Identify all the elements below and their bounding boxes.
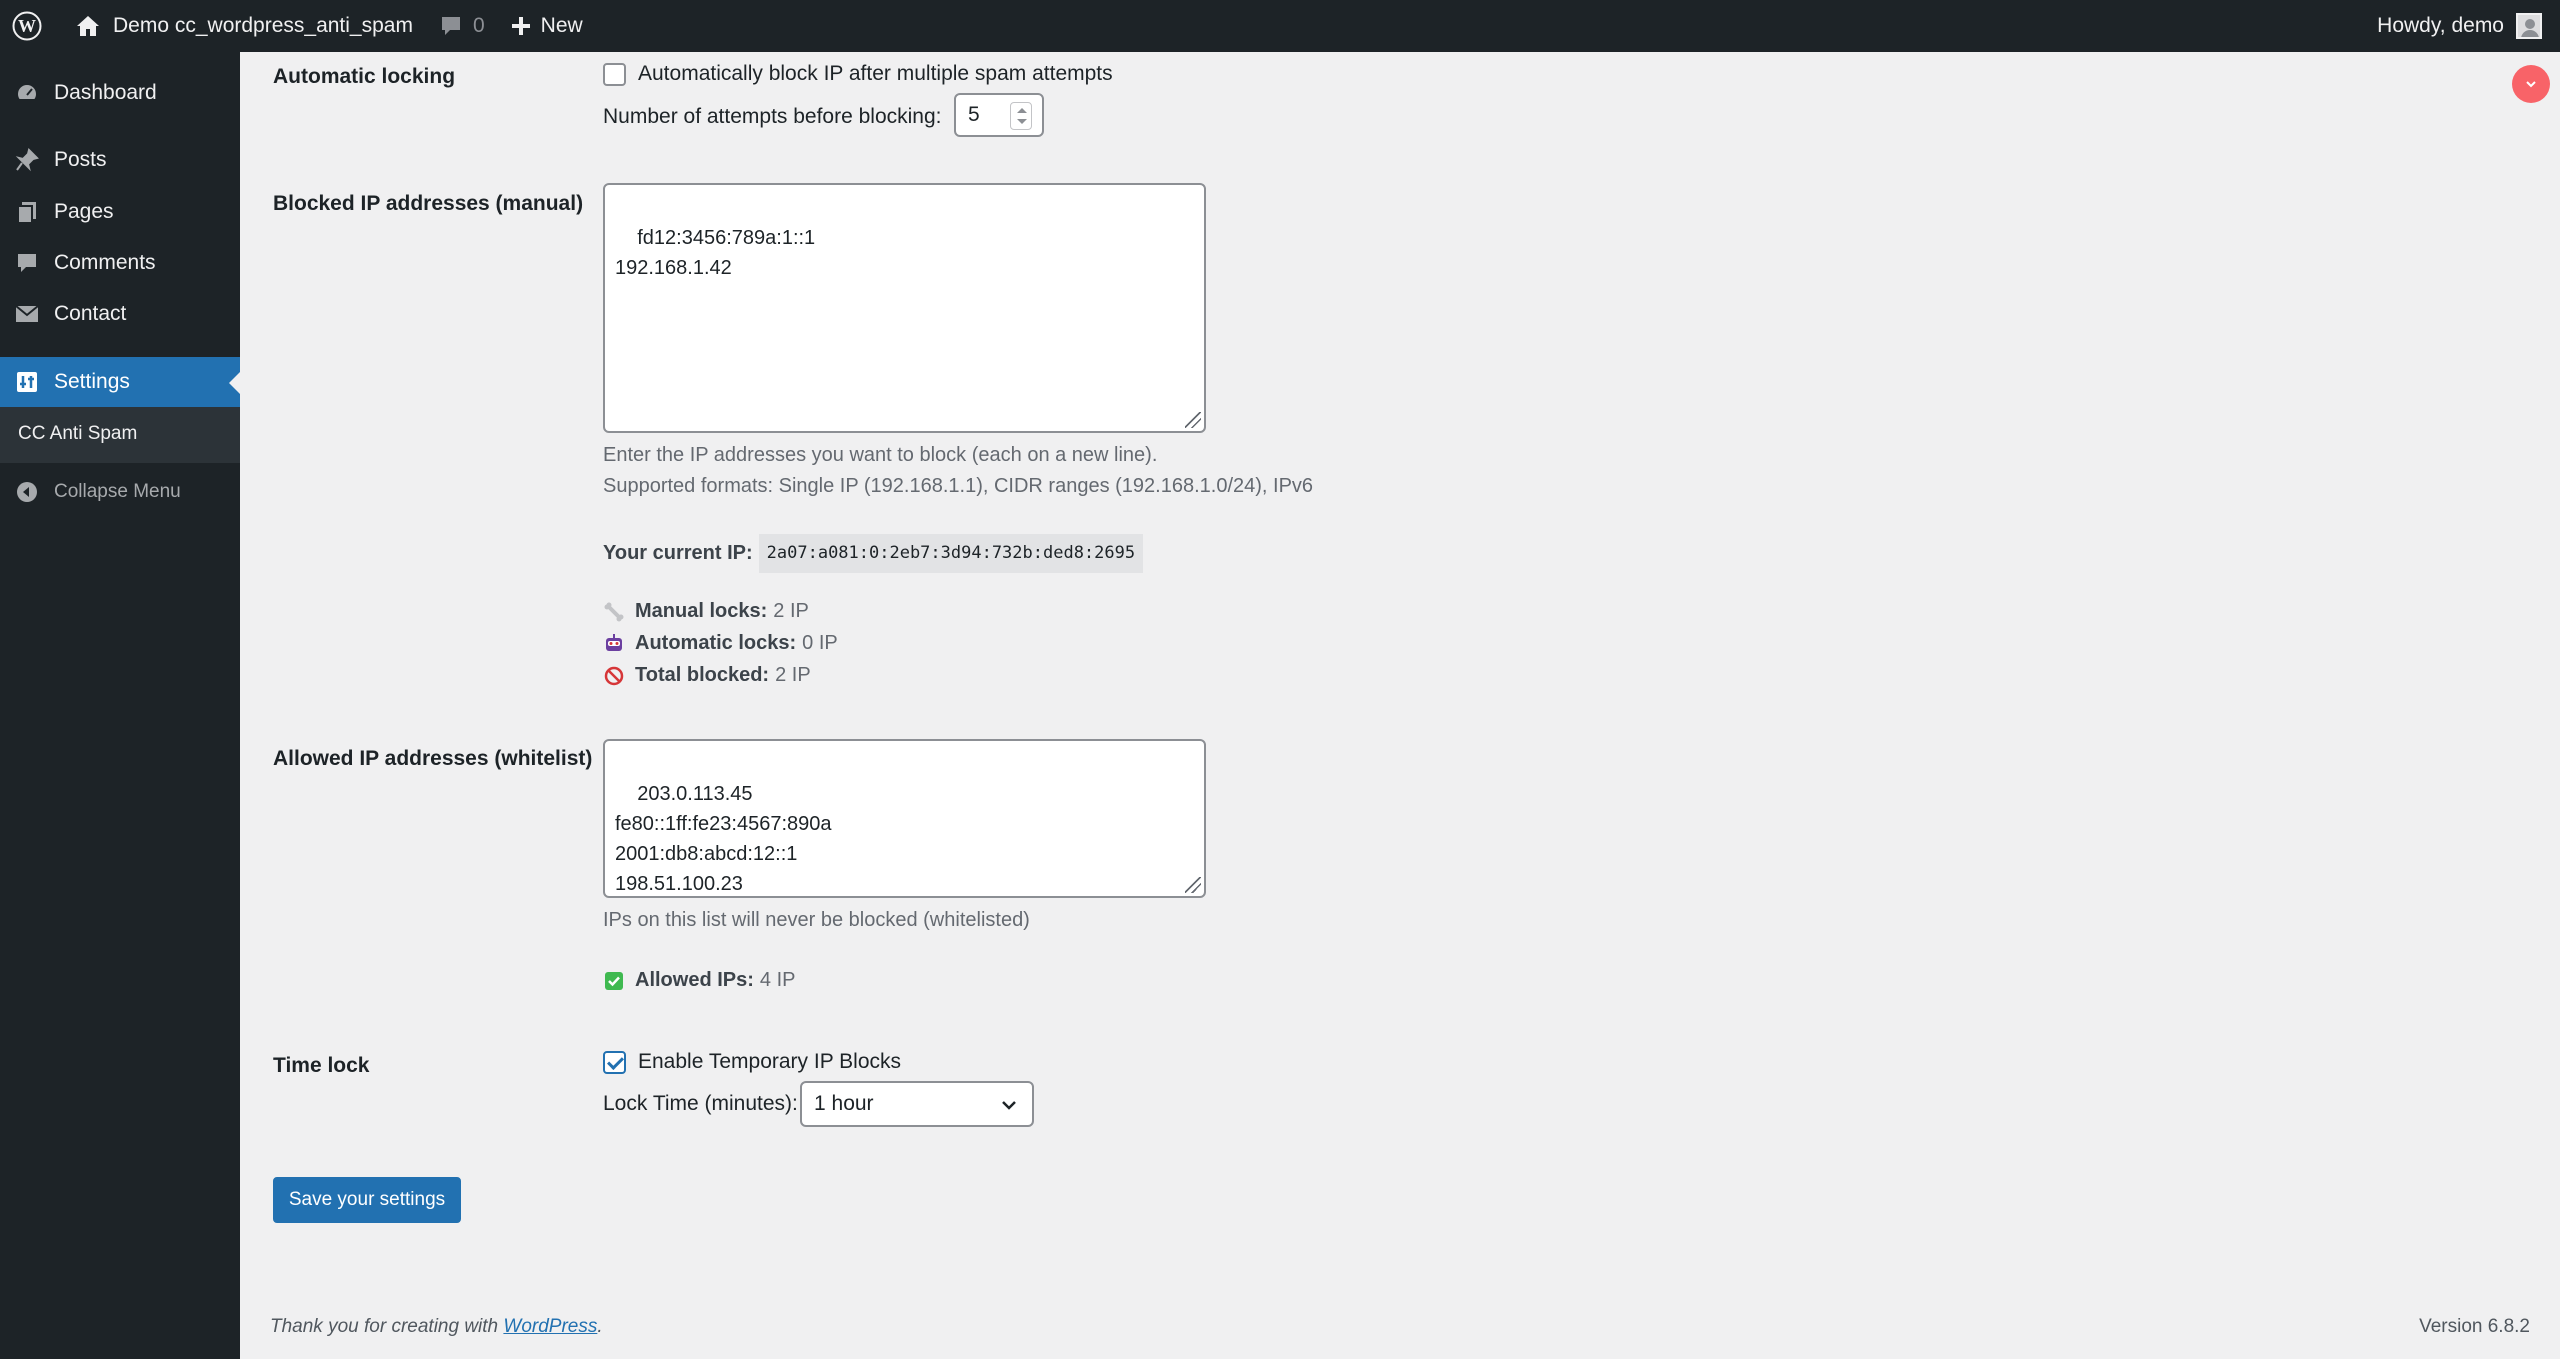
notification-toggle-button[interactable] (2512, 65, 2550, 103)
enable-temp-blocks-label: Enable Temporary IP Blocks (638, 1050, 902, 1073)
bone-icon (604, 602, 624, 621)
sidebar-item-dashboard[interactable]: Dashboard (0, 68, 240, 118)
blocked-ips-label: Blocked IP addresses (manual) (273, 192, 584, 215)
mail-icon (0, 303, 54, 325)
stat-total-blocked: Total blocked: 2 IP (603, 664, 811, 687)
pin-icon (0, 147, 54, 173)
resize-handle-icon[interactable] (1185, 877, 1201, 893)
auto-block-checkbox-label: Automatically block IP after multiple sp… (638, 62, 1113, 85)
time-lock-field: Enable Temporary IP Blocks (603, 1050, 901, 1074)
stat-manual-locks: Manual locks: 2 IP (603, 600, 809, 623)
avatar (2516, 13, 2542, 39)
stat-allowed-ips: Allowed IPs: 4 IP (603, 969, 795, 992)
admin-sidebar: Dashboard Posts Pages Comments Contact S… (0, 52, 240, 1359)
site-name-link[interactable]: Demo cc_wordpress_anti_spam (62, 0, 426, 52)
chevron-down-icon (1002, 1101, 1016, 1110)
attempts-number-input[interactable]: 5 (954, 93, 1044, 137)
time-lock-label: Time lock (273, 1054, 370, 1077)
wordpress-logo-button[interactable]: W (0, 0, 62, 52)
new-content-button[interactable]: New (498, 0, 596, 52)
stat-label: Total blocked: (635, 664, 770, 686)
chevron-down-icon (2526, 81, 2536, 88)
howdy-text: Howdy, demo (2377, 14, 2504, 37)
blocked-ips-textarea[interactable]: fd12:3456:789a:1::1 192.168.1.42 (603, 183, 1206, 433)
sidebar-item-pages[interactable]: Pages (0, 187, 240, 237)
attempts-value: 5 (968, 103, 980, 126)
stat-value: 2 IP (773, 600, 809, 622)
site-name: Demo cc_wordpress_anti_spam (113, 14, 413, 37)
robot-icon (606, 633, 622, 651)
wordpress-link[interactable]: WordPress (503, 1316, 597, 1337)
new-label: New (540, 14, 583, 37)
save-settings-button[interactable]: Save your settings (273, 1177, 461, 1223)
sidebar-item-settings[interactable]: Settings (0, 357, 240, 407)
allowed-ips-label: Allowed IP addresses (whitelist) (273, 747, 593, 770)
stat-value: 4 IP (759, 969, 796, 991)
comment-count: 0 (472, 14, 485, 37)
svg-text:W: W (18, 16, 36, 36)
sidebar-item-label: Settings (54, 370, 130, 393)
current-ip-row: Your current IP: 2a07:a081:0:2eb7:3d94:7… (603, 534, 1144, 573)
enable-temp-blocks-checkbox[interactable] (603, 1050, 626, 1074)
footer-thanks: Thank you for creating with WordPress. (270, 1316, 603, 1338)
sidebar-item-label: Pages (54, 200, 114, 223)
lock-time-value: 1 hour (814, 1092, 874, 1115)
submenu-label: CC Anti Spam (18, 423, 138, 444)
my-account-menu[interactable]: Howdy, demo (2364, 0, 2560, 52)
attempts-label: Number of attempts before blocking: (603, 105, 942, 128)
allowed-ips-textarea[interactable]: 203.0.113.45 fe80::1ff:fe23:4567:890a 20… (603, 739, 1206, 898)
allowed-ips-value: 203.0.113.45 fe80::1ff:fe23:4567:890a 20… (615, 783, 832, 895)
stat-label: Manual locks: (635, 600, 768, 622)
wordpress-icon: W (12, 11, 42, 41)
stat-label: Allowed IPs: (635, 969, 754, 991)
auto-lock-label: Automatic locking (273, 65, 456, 88)
plus-icon (511, 17, 530, 35)
resize-handle-icon[interactable] (1185, 412, 1201, 428)
sidebar-item-label: Posts (54, 148, 107, 171)
footer-version: Version 6.8.2 (2419, 1316, 2530, 1337)
prohibited-icon (604, 666, 624, 685)
stat-automatic-locks: Automatic locks: 0 IP (603, 632, 838, 655)
check-mark-button-icon (605, 971, 623, 990)
comment-bubble-icon (441, 17, 460, 35)
dashboard-icon (0, 80, 54, 106)
sidebar-item-contact[interactable]: Contact (0, 289, 240, 339)
sidebar-item-label: Comments (54, 251, 156, 274)
submenu-cc-anti-spam[interactable]: CC Anti Spam (0, 407, 240, 463)
footer-thanks-prefix: Thank you for creating with (270, 1316, 504, 1337)
current-ip-label: Your current IP: (603, 542, 753, 564)
lock-time-label: Lock Time (minutes): (603, 1092, 798, 1115)
stat-label: Automatic locks: (635, 632, 797, 654)
sidebar-item-comments[interactable]: Comments (0, 238, 240, 288)
current-ip-value: 2a07:a081:0:2eb7:3d94:732b:ded8:2695 (758, 534, 1144, 573)
allowed-ips-description: IPs on this list will never be blocked (… (603, 909, 1030, 931)
auto-block-checkbox[interactable] (603, 62, 626, 86)
collapse-label: Collapse Menu (54, 481, 181, 502)
settings-content: Automatic locking Automatically block IP… (240, 52, 2560, 1359)
sidebar-item-label: Contact (54, 302, 127, 325)
comments-link[interactable]: 0 (426, 0, 498, 52)
home-icon (77, 16, 99, 36)
footer-thanks-suffix: . (597, 1316, 603, 1337)
blocked-ips-description: Enter the IP addresses you want to block… (603, 440, 1313, 502)
lock-time-select[interactable]: 1 hour (800, 1081, 1034, 1127)
stat-value: 2 IP (775, 664, 811, 686)
stat-value: 0 IP (802, 632, 838, 654)
collapse-menu-button[interactable]: Collapse Menu (0, 467, 240, 517)
blocked-ips-value: fd12:3456:789a:1::1 192.168.1.42 (615, 227, 816, 279)
blocked-desc-line2: Supported formats: Single IP (192.168.1.… (603, 475, 1314, 497)
settings-icon (0, 370, 54, 394)
blocked-desc-line1: Enter the IP addresses you want to block… (603, 444, 1158, 466)
auto-lock-field: Automatically block IP after multiple sp… (603, 62, 1113, 86)
sidebar-item-label: Dashboard (54, 81, 157, 104)
collapse-icon (0, 480, 54, 504)
sidebar-item-posts[interactable]: Posts (0, 135, 240, 185)
admin-bar: W Demo cc_wordpress_anti_spam 0 New Howd… (0, 0, 2560, 52)
comment-icon (0, 251, 54, 275)
pages-icon (0, 199, 54, 225)
spinner-arrows-icon[interactable] (1010, 102, 1032, 130)
